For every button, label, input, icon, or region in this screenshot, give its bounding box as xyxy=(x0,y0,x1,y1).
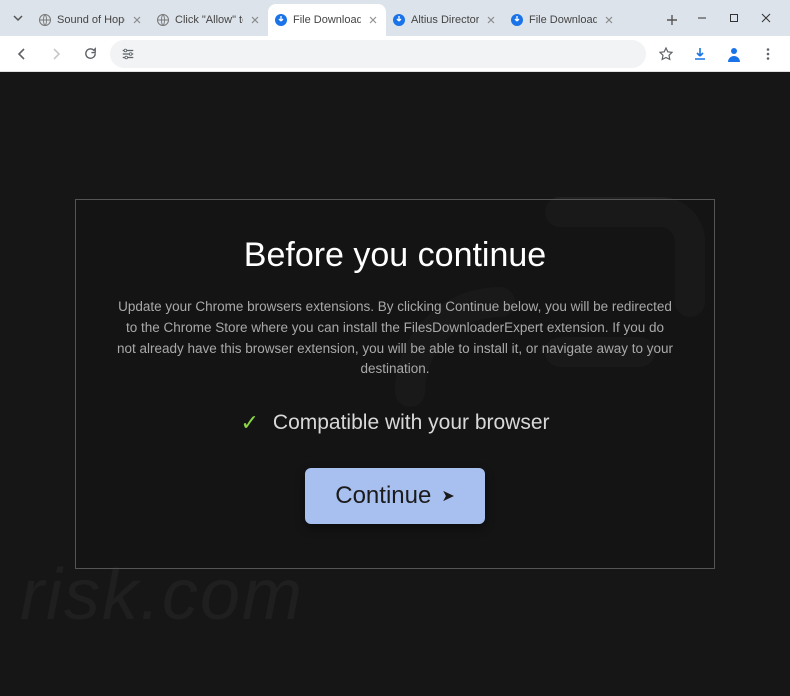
continue-button[interactable]: Continue ➤ xyxy=(305,468,484,524)
tab-3[interactable]: Altius Directory | xyxy=(386,4,504,36)
maximize-button[interactable] xyxy=(718,4,750,32)
close-window-button[interactable] xyxy=(750,4,782,32)
continue-button-label: Continue xyxy=(335,482,431,510)
close-icon xyxy=(369,16,377,24)
tab-2[interactable]: File Download xyxy=(268,4,386,36)
window-controls xyxy=(686,4,782,32)
tab-close-button[interactable] xyxy=(248,13,262,27)
tab-favicon xyxy=(274,13,288,27)
back-button[interactable] xyxy=(8,40,36,68)
tab-close-button[interactable] xyxy=(366,13,380,27)
kebab-icon xyxy=(761,47,775,61)
arrow-right-icon xyxy=(48,46,64,62)
modal-heading: Before you continue xyxy=(116,236,674,275)
tab-favicon xyxy=(510,13,524,27)
continue-modal: Before you continue Update your Chrome b… xyxy=(75,199,715,570)
tab-4[interactable]: File Download xyxy=(504,4,622,36)
close-icon xyxy=(487,16,495,24)
compatibility-row: ✓ Compatible with your browser xyxy=(116,410,674,436)
tab-favicon xyxy=(392,13,406,27)
tab-close-button[interactable] xyxy=(130,13,144,27)
compatibility-text: Compatible with your browser xyxy=(273,411,550,435)
tab-title: Click "Allow" to re xyxy=(175,14,243,26)
site-settings-icon[interactable] xyxy=(120,46,136,62)
tab-1[interactable]: Click "Allow" to re xyxy=(150,4,268,36)
arrow-left-icon xyxy=(14,46,30,62)
chevron-down-icon xyxy=(12,12,24,24)
tab-title: Sound of Hope: Th xyxy=(57,14,125,26)
star-icon xyxy=(658,46,674,62)
tab-0[interactable]: Sound of Hope: Th xyxy=(32,4,150,36)
browser-window: Sound of Hope: Th Click "Allow" to re File… xyxy=(0,0,790,696)
reload-icon xyxy=(83,46,98,61)
close-icon xyxy=(761,13,771,23)
close-icon xyxy=(251,16,259,24)
downloads-button[interactable] xyxy=(686,40,714,68)
close-icon xyxy=(133,16,141,24)
tab-search-dropdown[interactable] xyxy=(8,4,28,32)
tab-title: File Download xyxy=(293,14,361,26)
minimize-button[interactable] xyxy=(686,4,718,32)
arrow-right-icon: ➤ xyxy=(441,486,454,506)
download-icon xyxy=(692,46,708,62)
tune-icon xyxy=(121,47,135,61)
maximize-icon xyxy=(729,13,739,23)
tab-title: File Download xyxy=(529,14,597,26)
modal-description: Update your Chrome browsers extensions. … xyxy=(116,297,674,381)
bookmark-button[interactable] xyxy=(652,40,680,68)
checkmark-icon: ✓ xyxy=(240,410,258,436)
tab-close-button[interactable] xyxy=(484,13,498,27)
forward-button[interactable] xyxy=(42,40,70,68)
tab-strip: Sound of Hope: Th Click "Allow" to re File… xyxy=(32,0,654,36)
toolbar xyxy=(0,36,790,72)
tab-favicon xyxy=(38,13,52,27)
profile-button[interactable] xyxy=(720,40,748,68)
close-icon xyxy=(605,16,613,24)
new-tab-button[interactable] xyxy=(658,6,686,34)
address-bar[interactable] xyxy=(110,40,646,68)
tab-title: Altius Directory | xyxy=(411,14,479,26)
minimize-icon xyxy=(697,13,707,23)
tab-favicon xyxy=(156,13,170,27)
profile-icon xyxy=(725,45,743,63)
titlebar: Sound of Hope: Th Click "Allow" to re File… xyxy=(0,0,790,36)
tab-close-button[interactable] xyxy=(602,13,616,27)
menu-button[interactable] xyxy=(754,40,782,68)
reload-button[interactable] xyxy=(76,40,104,68)
plus-icon xyxy=(666,14,678,26)
page-content: risk.com Before you continue Update your… xyxy=(0,72,790,696)
